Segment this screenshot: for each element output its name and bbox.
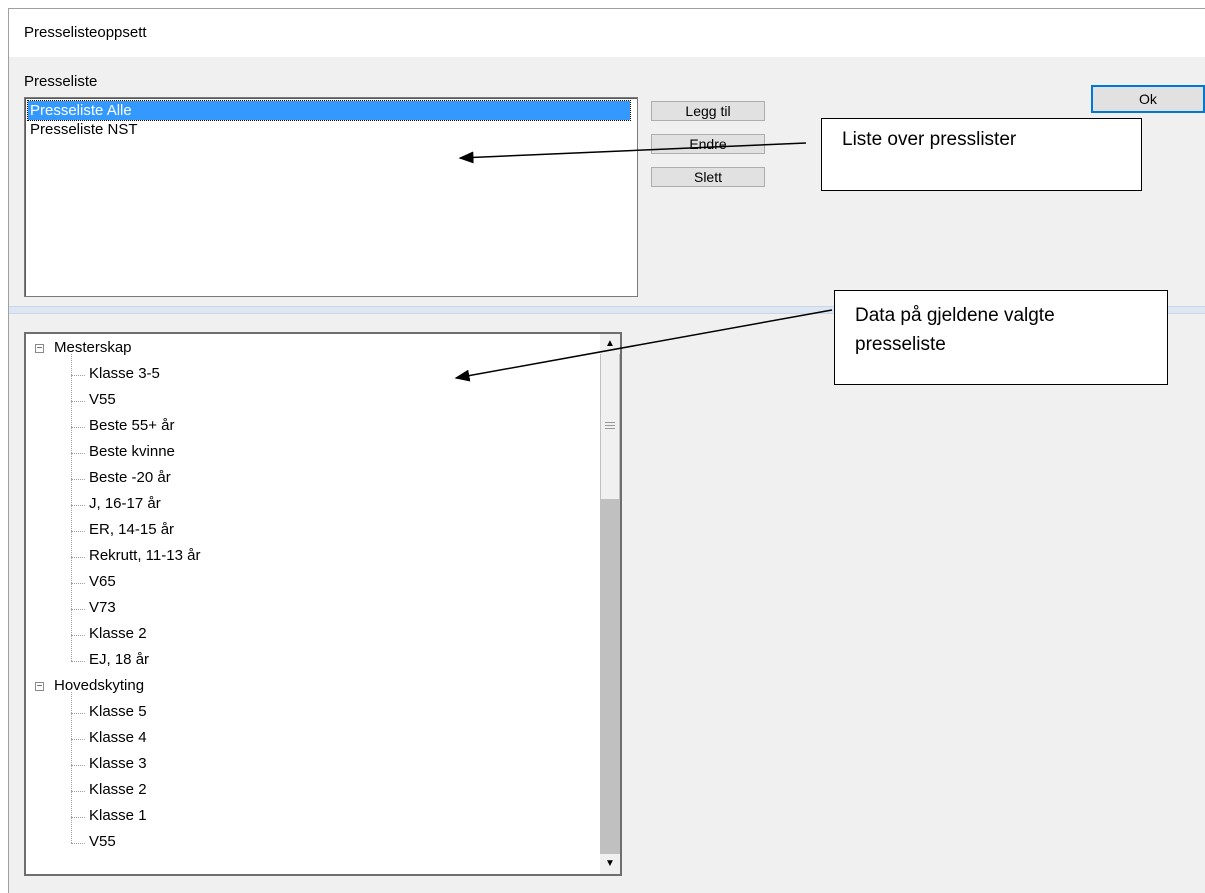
tree-connector xyxy=(71,817,85,818)
collapse-icon[interactable]: − xyxy=(35,682,44,692)
tree-connector xyxy=(71,843,85,844)
tree-item[interactable]: Klasse 3 xyxy=(89,752,147,776)
tree-connector xyxy=(71,791,85,792)
collapse-icon[interactable]: − xyxy=(35,344,44,354)
tree-item[interactable]: V55 xyxy=(89,388,116,412)
tree-item[interactable]: Klasse 4 xyxy=(89,726,147,750)
tree-connector xyxy=(71,635,85,636)
tree-item[interactable]: Klasse 2 xyxy=(89,622,147,646)
tree-connector xyxy=(71,531,85,532)
scroll-up-icon[interactable]: ▲ xyxy=(600,334,620,354)
tree-item[interactable]: Beste 55+ år xyxy=(89,414,174,438)
tree-connector xyxy=(71,453,85,454)
tree-connector xyxy=(71,375,85,376)
tree-connector xyxy=(71,583,85,584)
title-bar: Presselisteoppsett xyxy=(9,9,1205,57)
tree-connector xyxy=(71,557,85,558)
list-item[interactable]: Presseliste Alle xyxy=(27,100,631,121)
list-item[interactable]: Presseliste NST xyxy=(28,120,138,139)
grip-line xyxy=(605,422,615,423)
delete-button[interactable]: Slett xyxy=(651,167,765,187)
tree-connector xyxy=(71,479,85,480)
vertical-scrollbar[interactable]: ▲ ▼ xyxy=(600,334,620,874)
tree-connector xyxy=(71,401,85,402)
tree-item[interactable]: Beste -20 år xyxy=(89,466,171,490)
tree-connector xyxy=(71,505,85,506)
grip-line xyxy=(605,428,615,429)
tree-connector xyxy=(71,713,85,714)
tree-item[interactable]: Rekrutt, 11-13 år xyxy=(89,544,200,568)
presseliste-label: Presseliste xyxy=(24,73,98,90)
tree-connector xyxy=(71,765,85,766)
presseliste-tree[interactable]: − Mesterskap Klasse 3-5 V55 Beste 55+ år Best… xyxy=(24,332,622,876)
tree-item[interactable]: Klasse 1 xyxy=(89,804,147,828)
ok-button[interactable]: Ok xyxy=(1091,85,1205,113)
tree-item[interactable]: EJ, 18 år xyxy=(89,648,149,672)
list-callout-text: Liste over presslister xyxy=(842,129,1017,150)
tree-item[interactable]: Beste kvinne xyxy=(89,440,175,464)
tree-item[interactable]: Klasse 5 xyxy=(89,700,147,724)
tree-connector xyxy=(71,661,85,662)
window-title: Presselisteoppsett xyxy=(24,24,147,41)
tree-connector xyxy=(71,692,72,843)
tree-connector xyxy=(71,609,85,610)
add-button[interactable]: Legg til xyxy=(651,101,765,121)
tree-connector xyxy=(71,427,85,428)
tree-item[interactable]: V55 xyxy=(89,830,116,854)
tree-item[interactable]: Klasse 2 xyxy=(89,778,147,802)
list-callout: Liste over presslister xyxy=(821,118,1142,191)
grip-line xyxy=(605,425,615,426)
scroll-down-icon[interactable]: ▼ xyxy=(600,854,620,874)
edit-button[interactable]: Endre xyxy=(651,134,765,154)
tree-connector xyxy=(71,739,85,740)
tree-item[interactable]: ER, 14-15 år xyxy=(89,518,174,542)
tree-connector xyxy=(71,354,72,661)
scroll-thumb[interactable] xyxy=(601,354,619,499)
data-callout-text: Data på gjeldene valgte presseliste xyxy=(855,305,1055,355)
tree-group[interactable]: Mesterskap xyxy=(54,336,132,360)
presseliste-listbox[interactable]: Presseliste Alle Presseliste NST xyxy=(24,97,638,297)
tree-item[interactable]: Klasse 3-5 xyxy=(89,362,160,386)
tree-item[interactable]: V65 xyxy=(89,570,116,594)
tree-group[interactable]: Hovedskyting xyxy=(54,674,144,698)
tree-item[interactable]: J, 16-17 år xyxy=(89,492,161,516)
tree-item[interactable]: V73 xyxy=(89,596,116,620)
data-callout: Data på gjeldene valgte presseliste xyxy=(834,290,1168,385)
